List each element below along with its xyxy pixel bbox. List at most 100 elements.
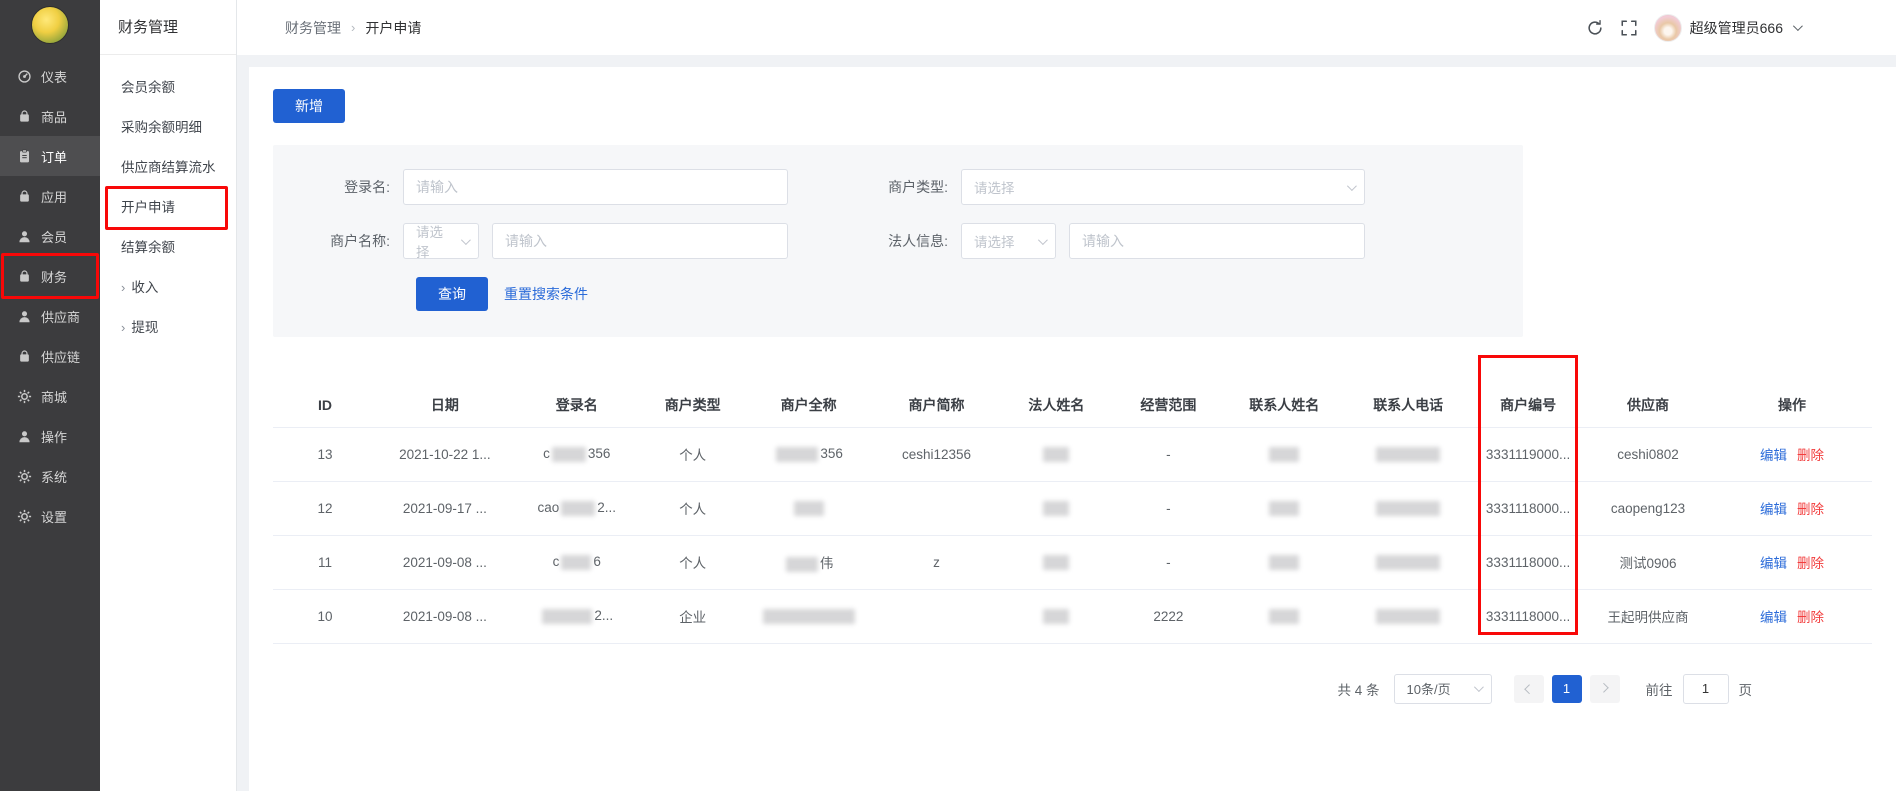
cell-merchant-no: 3331119000... bbox=[1472, 427, 1584, 481]
cell-merchant-no: 3331118000... bbox=[1472, 535, 1584, 589]
sidebar-item-11[interactable]: 系统 bbox=[0, 456, 100, 496]
cell-business-scope: - bbox=[1112, 535, 1224, 589]
next-page-button[interactable] bbox=[1590, 675, 1620, 703]
login-name-input[interactable] bbox=[403, 169, 788, 205]
prev-page-button[interactable] bbox=[1514, 675, 1544, 703]
chevron-down-icon bbox=[1793, 21, 1803, 31]
redacted-blur bbox=[786, 557, 818, 572]
submenu-item-2[interactable]: 采购余额明细 bbox=[100, 108, 236, 148]
redacted-blur bbox=[1269, 447, 1299, 462]
cell-supplier: 王起明供应商 bbox=[1584, 589, 1712, 643]
page-1-button[interactable]: 1 bbox=[1552, 675, 1582, 703]
sidebar-item-10[interactable]: 操作 bbox=[0, 416, 100, 456]
cell-actions: 编辑删除 bbox=[1712, 481, 1872, 535]
gear-icon bbox=[17, 389, 32, 404]
sidebar-item-2[interactable]: 商品 bbox=[0, 96, 100, 136]
column-header-13: 操作 bbox=[1712, 383, 1872, 427]
workspace-avatar[interactable] bbox=[31, 6, 69, 44]
edit-link[interactable]: 编辑 bbox=[1760, 610, 1787, 625]
merchant-name-label: 商户名称: bbox=[273, 231, 403, 251]
submenu-item-label: 开户申请 bbox=[121, 200, 175, 215]
delete-link[interactable]: 删除 bbox=[1797, 610, 1824, 625]
redacted-blur bbox=[1043, 447, 1069, 462]
sidebar-item-4[interactable]: 应用 bbox=[0, 176, 100, 216]
content-card: 新增 登录名: 商户类型: 请选择 商户名称: bbox=[249, 67, 1896, 791]
breadcrumb-finance[interactable]: 财务管理 bbox=[285, 18, 341, 38]
delete-link[interactable]: 删除 bbox=[1797, 448, 1824, 463]
cell-id: 12 bbox=[273, 481, 377, 535]
reset-search-link[interactable]: 重置搜索条件 bbox=[504, 284, 588, 304]
sidebar-item-5[interactable]: 会员 bbox=[0, 216, 100, 256]
delete-link[interactable]: 删除 bbox=[1797, 502, 1824, 517]
submenu-item-6[interactable]: ›收入 bbox=[100, 268, 236, 308]
submenu-list: 会员余额采购余额明细供应商结算流水开户申请结算余额 ›收入›提现 bbox=[100, 55, 236, 348]
sidebar-item-12[interactable]: 设置 bbox=[0, 496, 100, 536]
topbar-right: 超级管理员666 bbox=[1586, 14, 1800, 42]
user-menu[interactable]: 超级管理员666 bbox=[1654, 14, 1800, 42]
sidebar-item-3[interactable]: 订单 bbox=[0, 136, 100, 176]
column-header-11: 商户编号 bbox=[1472, 383, 1584, 427]
bag-icon bbox=[17, 349, 32, 364]
cell-contact-name bbox=[1224, 481, 1344, 535]
merchant-type-select[interactable]: 请选择 bbox=[961, 169, 1365, 205]
chevron-down-icon bbox=[461, 235, 471, 245]
cell-contact-phone bbox=[1344, 589, 1472, 643]
legal-info-select[interactable]: 请选择 bbox=[961, 223, 1056, 259]
edit-link[interactable]: 编辑 bbox=[1760, 502, 1787, 517]
chevron-right-icon: › bbox=[121, 320, 125, 335]
submenu-item-1[interactable]: 会员余额 bbox=[100, 68, 236, 108]
submenu-item-label: 会员余额 bbox=[121, 80, 175, 95]
sidebar-item-label: 设置 bbox=[41, 507, 67, 526]
edit-link[interactable]: 编辑 bbox=[1760, 556, 1787, 571]
cell-merchant-full-name bbox=[745, 589, 873, 643]
merchant-name-select[interactable]: 请选择 bbox=[403, 223, 479, 259]
user-icon bbox=[17, 229, 32, 244]
cell-contact-name bbox=[1224, 589, 1344, 643]
edit-link[interactable]: 编辑 bbox=[1760, 448, 1787, 463]
cell-id: 13 bbox=[273, 427, 377, 481]
page-size-select[interactable]: 10条/页 bbox=[1394, 674, 1492, 704]
submenu-item-label: 供应商结算流水 bbox=[121, 160, 216, 175]
table-wrap: ID日期登录名商户类型商户全称商户简称法人姓名经营范围联系人姓名联系人电话商户编… bbox=[273, 383, 1872, 644]
submenu-item-5[interactable]: 结算余额 bbox=[100, 228, 236, 268]
sidebar-item-6[interactable]: 财务 bbox=[0, 256, 100, 296]
sidebar-item-9[interactable]: 商城 bbox=[0, 376, 100, 416]
add-button[interactable]: 新增 bbox=[273, 89, 345, 123]
fullscreen-icon[interactable] bbox=[1620, 19, 1638, 37]
submenu-item-3[interactable]: 供应商结算流水 bbox=[100, 148, 236, 188]
submenu-item-7[interactable]: ›提现 bbox=[100, 308, 236, 348]
cell-merchant-short-name: ceshi12356 bbox=[873, 427, 1001, 481]
cell-merchant-short-name bbox=[873, 589, 1001, 643]
cell-date: 2021-09-08 ... bbox=[377, 589, 513, 643]
sidebar-item-8[interactable]: 供应链 bbox=[0, 336, 100, 376]
goto-page-input[interactable] bbox=[1683, 674, 1729, 704]
redacted-blur bbox=[763, 609, 855, 624]
submenu-item-label: 结算余额 bbox=[121, 240, 175, 255]
sidebar-item-label: 操作 bbox=[41, 427, 67, 446]
cell-business-scope: - bbox=[1112, 427, 1224, 481]
cell-login-name: c356 bbox=[513, 427, 641, 481]
user-icon bbox=[17, 429, 32, 444]
cell-contact-phone bbox=[1344, 427, 1472, 481]
main-area: 财务管理 › 开户申请 超级管理员666 新增 bbox=[237, 0, 1896, 791]
main-sidebar: 仪表商品订单应用会员财务供应商供应链商城操作系统设置 bbox=[0, 0, 100, 791]
chevron-down-icon bbox=[1473, 682, 1483, 692]
sidebar-item-label: 会员 bbox=[41, 227, 67, 246]
column-header-8: 经营范围 bbox=[1112, 383, 1224, 427]
legal-info-input[interactable] bbox=[1069, 223, 1365, 259]
sidebar-item-1[interactable]: 仪表 bbox=[0, 56, 100, 96]
cell-id: 10 bbox=[273, 589, 377, 643]
sidebar-item-label: 商品 bbox=[41, 107, 67, 126]
query-button[interactable]: 查询 bbox=[416, 277, 488, 311]
merchant-type-label: 商户类型: bbox=[831, 177, 961, 197]
sidebar-item-7[interactable]: 供应商 bbox=[0, 296, 100, 336]
submenu-item-4[interactable]: 开户申请 bbox=[100, 188, 236, 228]
cell-supplier: 测试0906 bbox=[1584, 535, 1712, 589]
user-icon bbox=[17, 309, 32, 324]
refresh-icon[interactable] bbox=[1586, 19, 1604, 37]
sidebar-item-label: 订单 bbox=[41, 147, 67, 166]
cell-contact-name bbox=[1224, 535, 1344, 589]
cell-legal-name bbox=[1000, 481, 1112, 535]
merchant-name-input[interactable] bbox=[492, 223, 788, 259]
delete-link[interactable]: 删除 bbox=[1797, 556, 1824, 571]
